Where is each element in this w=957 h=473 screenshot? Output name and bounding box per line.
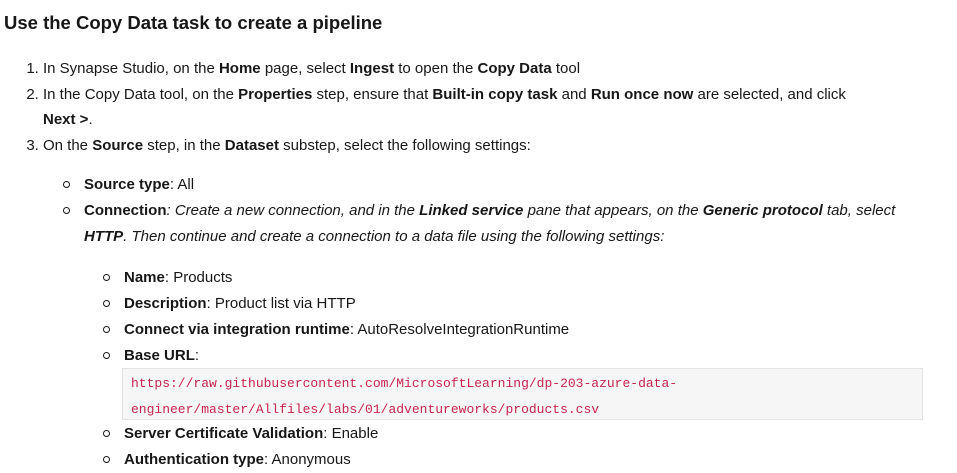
setting-label: Connection — [84, 202, 167, 219]
step-text: On the — [43, 136, 93, 154]
setting-label: Base URL — [124, 347, 195, 364]
list-item: Base URL: — [100, 343, 930, 369]
step-bold: Home — [218, 60, 261, 77]
step-text: substep, select the following settings: — [278, 136, 531, 154]
list-item: Description: Product list via HTTP — [100, 291, 930, 317]
step-bold: Properties — [238, 85, 313, 103]
steps-list: In Synapse Studio, on the Home page, sel… — [28, 56, 943, 158]
setting-value: : Products — [164, 269, 233, 286]
list-item: Authentication type: Anonymous — [100, 447, 930, 473]
step-bold: Run once now — [590, 85, 694, 103]
setting-value: : Anonymous — [264, 451, 351, 468]
step-text: and — [557, 85, 591, 103]
setting-value: : — [194, 347, 200, 364]
step-bold: Dataset — [224, 136, 279, 154]
step-3: On the Source step, in the Dataset subst… — [43, 133, 943, 159]
more-settings-list: Server Certificate Validation: Enable Au… — [100, 421, 930, 473]
step-2: In the Copy Data tool, on the Properties… — [43, 82, 943, 133]
step-text: In the Copy Data tool, on the — [43, 85, 239, 103]
step-text: page, select — [260, 60, 350, 77]
base-url-code-block[interactable]: https://raw.githubusercontent.com/Micros… — [122, 368, 923, 420]
connection-settings-list: Name: Products Description: Product list… — [100, 265, 930, 369]
list-item: Connection: Create a new connection, and… — [60, 198, 930, 250]
setting-value: : Create a new connection, and in the Li… — [84, 202, 896, 245]
step-text: are selected, and click — [693, 85, 846, 103]
step-bold: Next > — [43, 111, 89, 128]
setting-value: : Enable — [323, 425, 379, 442]
code-line: https://raw.githubusercontent.com/Micros… — [131, 376, 678, 391]
step-bold: Built-in copy task — [432, 85, 558, 103]
setting-label: Connect via integration runtime — [124, 321, 350, 338]
step-bold: Copy Data — [477, 60, 552, 77]
step-1: In Synapse Studio, on the Home page, sel… — [43, 56, 943, 82]
list-item: Source type: All — [60, 172, 930, 198]
setting-label: Authentication type — [124, 451, 265, 468]
setting-label: Description — [124, 295, 207, 312]
setting-value: : Product list via HTTP — [206, 295, 356, 312]
step-text: step, in the — [143, 136, 225, 154]
section-heading: Use the Copy Data task to create a pipel… — [4, 12, 383, 33]
step-text: step, ensure that — [312, 85, 433, 103]
setting-label: Server Certificate Validation — [124, 425, 324, 442]
step-text: . — [88, 111, 93, 128]
step-text: tool — [551, 60, 581, 77]
list-item: Server Certificate Validation: Enable — [100, 421, 930, 447]
step-bold: Source — [92, 136, 144, 154]
step-text: to open the — [394, 60, 478, 77]
list-item: Connect via integration runtime: AutoRes… — [100, 317, 930, 343]
step-text: In Synapse Studio, on the — [43, 60, 219, 77]
setting-label: Source type — [84, 176, 170, 193]
list-item: Name: Products — [100, 265, 930, 291]
setting-label: Name — [124, 269, 165, 286]
source-settings-list: Source type: All Connection: Create a ne… — [60, 172, 930, 250]
code-line: engineer/master/Allfiles/labs/01/adventu… — [131, 402, 600, 417]
document: Use the Copy Data task to create a pipel… — [0, 0, 957, 472]
setting-value: : AutoResolveIntegrationRuntime — [349, 321, 570, 338]
setting-value: : All — [169, 176, 195, 193]
step-bold: Ingest — [349, 60, 395, 77]
